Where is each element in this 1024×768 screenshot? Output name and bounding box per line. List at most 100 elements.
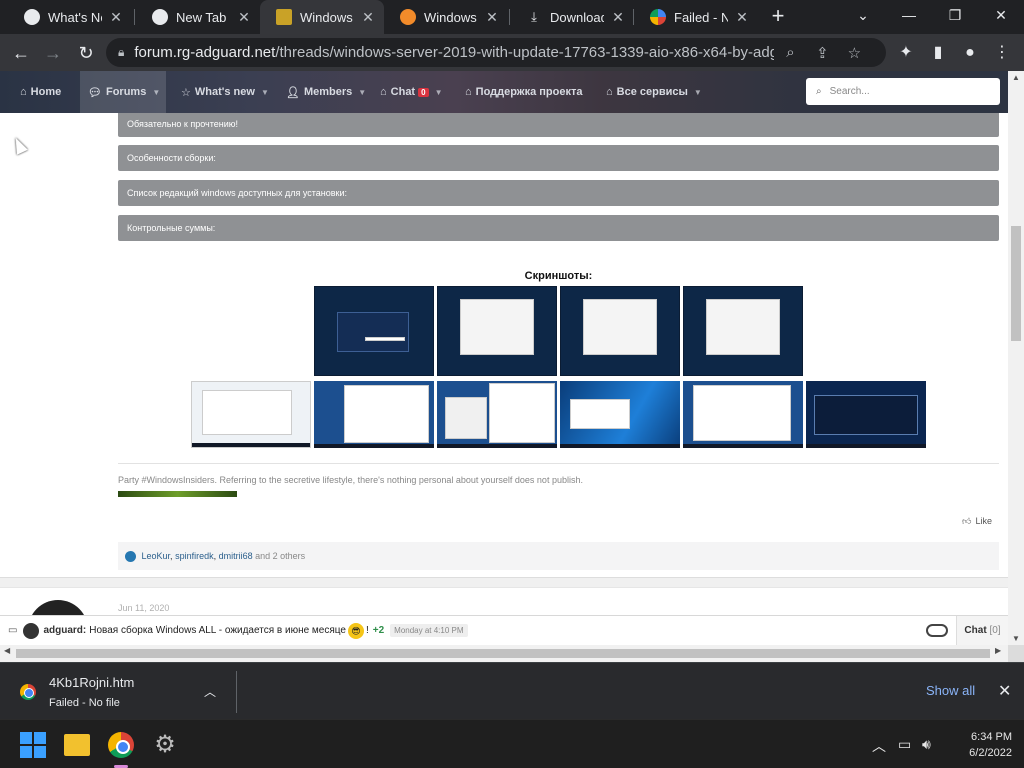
back-button[interactable]: ← (8, 40, 34, 66)
tab-search-button[interactable]: ⌄ (840, 0, 886, 30)
side-panel-icon[interactable]: ▮ (927, 42, 949, 64)
screenshot-thumbnail[interactable] (560, 286, 680, 376)
close-tab-icon[interactable]: ✕ (610, 9, 626, 25)
close-download-bar-icon[interactable]: ✕ (998, 681, 1011, 701)
vertical-scrollbar[interactable]: ▲ ▼ (1008, 71, 1024, 645)
scroll-down-arrow-icon[interactable]: ▼ (1008, 634, 1024, 643)
close-tab-icon[interactable]: ✕ (360, 9, 376, 25)
download-filename[interactable]: 4Kb1Rojni.htm (49, 675, 134, 690)
screenshot-thumbnail[interactable] (191, 381, 311, 448)
extensions-puzzle-icon[interactable]: ✦ (895, 42, 917, 64)
spoiler-editions-list[interactable]: Список редакций windows доступных для ус… (118, 180, 999, 206)
nav-chat[interactable]: ⌂ Chat 0 ▼ (380, 71, 442, 113)
url-text[interactable]: forum.rg-adguard.net/threads/windows-ser… (134, 44, 774, 61)
chevron-down-icon[interactable]: ▼ (435, 88, 443, 97)
close-tab-icon[interactable]: ✕ (734, 9, 750, 25)
lock-icon[interactable]: 🔒︎ (118, 45, 124, 60)
liker-link[interactable]: LeoKur (142, 551, 171, 561)
scrollbar-thumb[interactable] (1011, 226, 1021, 341)
chat-ticker: ▭ adguard: Новая сборка Windows ALL - ож… (0, 615, 1008, 645)
windows-start-icon[interactable] (20, 732, 46, 758)
tab-strip: What's New ✕ New Tab ✕ Windows S ✕ Windo… (0, 0, 1024, 34)
screenshot-thumbnail[interactable] (683, 286, 803, 376)
share-icon[interactable]: ⇪ (806, 44, 838, 62)
nav-whats-new[interactable]: ☆ What's new ▼ (181, 71, 269, 113)
tab-whats-new[interactable]: What's New ✕ (8, 0, 132, 34)
show-all-button[interactable]: Show all (926, 683, 975, 698)
spoiler-must-read[interactable]: Обязательно к прочтению! (118, 113, 999, 137)
chevron-up-icon[interactable]: ︿ (204, 683, 216, 700)
screenshot-thumbnail[interactable] (314, 286, 434, 376)
chevron-down-icon[interactable]: ▼ (261, 88, 269, 97)
chat-button[interactable]: Chat [0] (956, 616, 1008, 645)
nav-home[interactable]: ⌂ Home (20, 71, 61, 113)
comments-icon: 💬︎ (88, 86, 102, 99)
screenshot-thumbnail[interactable] (314, 381, 434, 448)
scroll-left-arrow-icon[interactable]: ◀ (4, 646, 10, 655)
spoiler-build-features[interactable]: Особенности сборки: (118, 145, 999, 171)
scroll-up-arrow-icon[interactable]: ▲ (1008, 73, 1024, 82)
like-button[interactable]: 👍︎ Like (956, 511, 998, 531)
chevron-down-icon[interactable]: ▼ (694, 88, 702, 97)
nav-all-services[interactable]: ⌂ Все сервисы ▼ (606, 71, 702, 113)
close-tab-icon[interactable]: ✕ (484, 9, 500, 25)
new-tab-button[interactable]: + (766, 5, 790, 29)
screenshot-thumbnail[interactable] (560, 381, 680, 448)
tab-windows-server[interactable]: Windows S ✕ (260, 0, 384, 34)
spoiler-checksums[interactable]: Контрольные суммы: (118, 215, 999, 241)
bookmark-star-icon[interactable]: ☆ (838, 44, 870, 62)
browser-toolbar: ← → ↻ 🔒︎ forum.rg-adguard.net/threads/wi… (0, 34, 1024, 71)
thumbs-up-icon: 👍︎ (962, 515, 972, 526)
signature-banner[interactable] (118, 491, 237, 497)
nav-support[interactable]: ⌂ Поддержка проекта (465, 71, 582, 113)
others-link[interactable]: and 2 others (255, 551, 305, 561)
zoom-icon[interactable]: ⌕ (774, 44, 806, 61)
scroll-right-arrow-icon[interactable]: ▶ (995, 646, 1001, 655)
chevron-up-icon[interactable]: ︿ (872, 736, 886, 756)
sunglasses-emoji-icon: 😎︎ (347, 622, 364, 639)
signature-divider (118, 463, 999, 464)
close-window-button[interactable]: ✕ (978, 0, 1024, 30)
close-tab-icon[interactable]: ✕ (108, 9, 124, 25)
tab-new-tab[interactable]: New Tab ✕ (136, 0, 260, 34)
menu-kebab-icon[interactable]: ⋮ (991, 42, 1013, 64)
chat-username[interactable]: adguard: (43, 625, 86, 636)
liker-link[interactable]: dmitrii68 (219, 551, 253, 561)
tab-title: Windows S (300, 9, 354, 25)
nav-forums[interactable]: 💬︎ Forums ▼ (80, 71, 167, 113)
network-icon[interactable]: ▭ (898, 736, 911, 753)
tab-windows-1[interactable]: Windows 1 ✕ (384, 0, 508, 34)
tab-downloads[interactable]: ⤓ Downloads ✕ (510, 0, 634, 34)
forum-search-input[interactable]: ⌕ Search... (806, 78, 1000, 105)
tab-failed[interactable]: Failed - No ✕ (634, 0, 758, 34)
system-clock[interactable]: 6:34 PM 6/2/2022 (950, 729, 1012, 761)
chevron-down-icon[interactable]: ▼ (152, 88, 160, 97)
screenshot-thumbnail[interactable] (437, 381, 557, 448)
address-bar[interactable]: 🔒︎ forum.rg-adguard.net/threads/windows-… (106, 38, 886, 67)
minimize-button[interactable]: — (886, 0, 932, 30)
profile-icon[interactable]: ● (959, 42, 981, 64)
screenshot-thumbnail[interactable] (683, 381, 803, 448)
liker-link[interactable]: spinfiredk (175, 551, 214, 561)
close-tab-icon[interactable]: ✕ (236, 9, 252, 25)
file-explorer-icon[interactable] (64, 734, 90, 756)
tab-title: Downloads (550, 9, 604, 25)
horizontal-scrollbar[interactable]: ◀ ▶ (0, 645, 1008, 662)
forward-button[interactable]: → (40, 40, 66, 66)
screenshot-thumbnail[interactable] (437, 286, 557, 376)
chrome-favicon-icon (24, 9, 40, 25)
chevron-down-icon[interactable]: ▼ (358, 88, 366, 97)
scrollbar-thumb[interactable] (16, 649, 990, 658)
reload-button[interactable]: ↻ (73, 40, 99, 66)
avatar[interactable] (23, 622, 40, 639)
settings-gear-icon[interactable]: ⚙ (152, 732, 178, 758)
restore-button[interactable]: ❐ (932, 0, 978, 30)
chat-toggle[interactable] (926, 624, 948, 637)
tag-icon: ⌂ (606, 86, 613, 98)
chrome-icon[interactable] (108, 732, 134, 758)
screenshot-thumbnail[interactable] (806, 381, 926, 448)
post-date[interactable]: Jun 11, 2020 (118, 603, 169, 613)
volume-icon[interactable]: 🔊︎ (922, 736, 931, 753)
page-viewport: ⌂ Home 💬︎ Forums ▼ ☆ What's new ▼ 👤︎ Members ▼ … (0, 71, 1008, 645)
nav-members[interactable]: 👤︎ Members ▼ (286, 71, 366, 113)
